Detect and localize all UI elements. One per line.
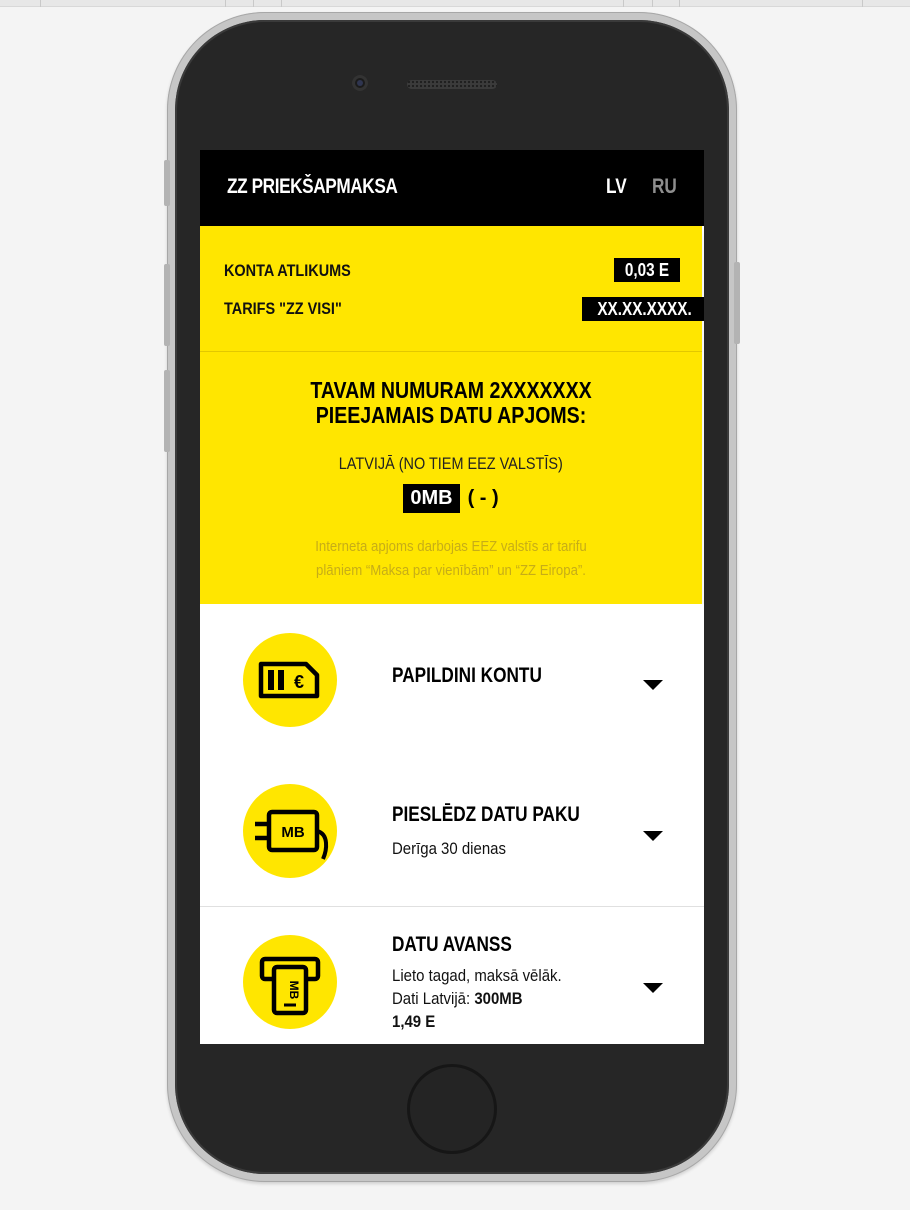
data-amount-paren: ( - ) — [467, 487, 499, 509]
browser-top-strip — [0, 0, 910, 7]
svg-text:€: € — [294, 672, 304, 692]
data-advance-price: 1,49 E — [392, 1012, 436, 1031]
phone-mute-switch — [164, 160, 170, 206]
data-package-validity: Derīga 30 dienas — [392, 839, 506, 858]
data-advance-amount: 300MB — [474, 989, 523, 1008]
data-amount-row: 0MB ( - ) — [200, 484, 702, 514]
balance-value: 0,03 E — [614, 258, 681, 282]
data-headline: TAVAM NUMURAM 2XXXXXXX PIEEJAMAIS DATU A… — [310, 377, 592, 428]
atm-data-icon: MB — [243, 935, 337, 1029]
svg-text:MB: MB — [281, 824, 304, 841]
earpiece-speaker — [407, 80, 497, 89]
app-screen: ZZ PRIEKŠAPMAKSA LV RU KONTA ATLIKUMS 0,… — [200, 150, 704, 1044]
data-package-title: PIESLĒDZ DATU PAKU — [392, 803, 580, 826]
balance-label: KONTA ATLIKUMS — [224, 261, 351, 280]
data-advance-title: DATU AVANSS — [392, 933, 512, 956]
data-region-label: LATVIJĀ (NO TIEM EEZ VALSTĪS) — [338, 454, 564, 473]
chevron-down-icon[interactable] — [643, 831, 663, 841]
tariff-label: TARIFS "ZZ VISI" — [224, 299, 342, 318]
tariff-value: XX.XX.XXXX. — [582, 297, 704, 321]
chevron-down-icon[interactable] — [643, 680, 663, 690]
sim-card-euro-icon: € — [243, 633, 337, 727]
data-note: Interneta apjoms darbojas EEZ valstīs ar… — [315, 538, 587, 579]
account-panel: KONTA ATLIKUMS 0,03 E TARIFS "ZZ VISI" X… — [200, 226, 704, 604]
data-amount-badge: 0MB — [403, 484, 460, 513]
lang-ru-link[interactable]: RU — [652, 175, 677, 199]
panel-divider — [200, 351, 702, 352]
app-title: ZZ PRIEKŠAPMAKSA — [227, 175, 398, 198]
front-camera — [352, 75, 368, 91]
topup-account-item[interactable]: € PAPILDINI KONTU — [200, 604, 704, 756]
chevron-down-icon[interactable] — [643, 983, 663, 993]
data-plug-icon: MB — [243, 784, 337, 878]
topup-title: PAPILDINI KONTU — [392, 664, 542, 687]
data-advance-desc: Lieto tagad, maksā vēlāk. Dati Latvijā: … — [392, 966, 562, 1031]
lang-lv-link[interactable]: LV — [606, 175, 627, 199]
svg-text:MB: MB — [287, 981, 301, 1000]
phone-volume-up — [164, 264, 170, 346]
phone-power-button — [734, 262, 740, 344]
app-header: ZZ PRIEKŠAPMAKSA LV RU — [200, 150, 704, 226]
data-package-item[interactable]: MB PIESLĒDZ DATU PAKU Derīga 30 dienas — [200, 755, 704, 907]
phone-volume-down — [164, 370, 170, 452]
data-advance-item[interactable]: MB DATU AVANSS Lieto tagad, maksā vēlāk.… — [200, 907, 704, 1044]
home-button[interactable] — [407, 1064, 497, 1154]
